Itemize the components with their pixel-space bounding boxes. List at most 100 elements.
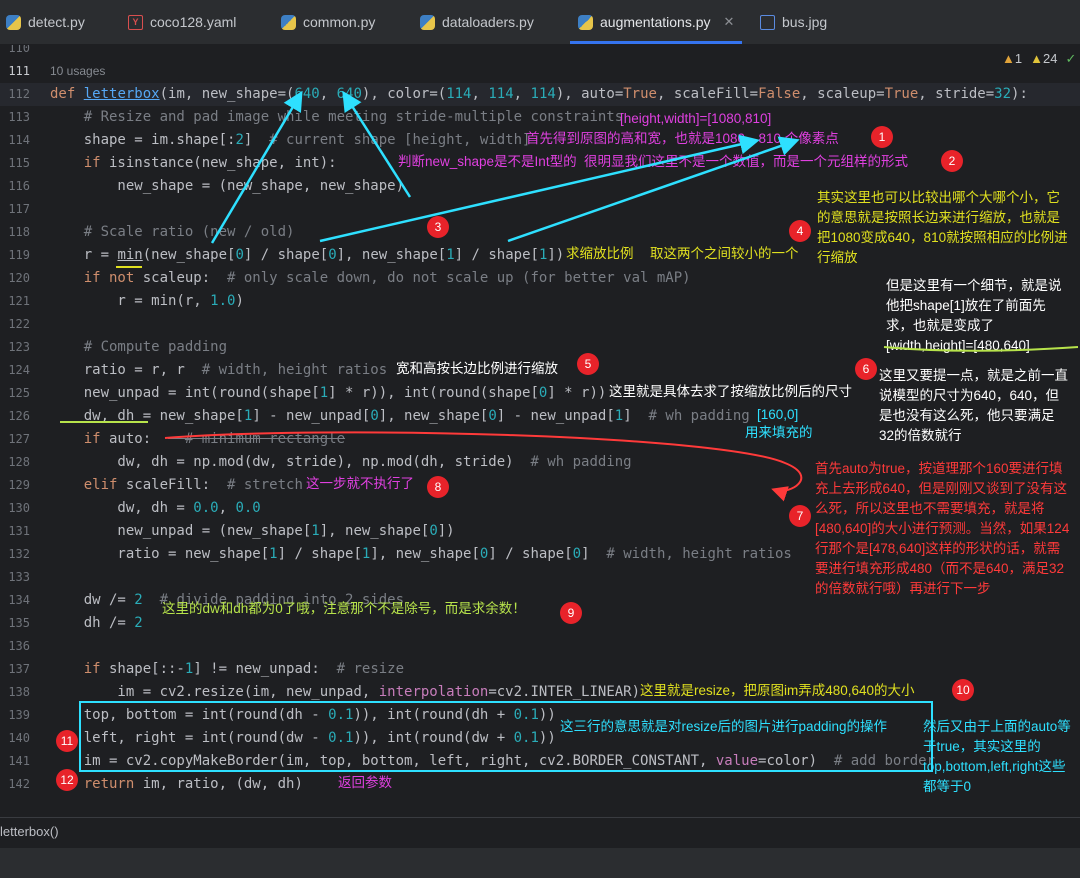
- code-line-136: if shape[::-1] != new_unpad: # resize: [83, 661, 405, 677]
- line-number: 138: [8, 685, 30, 699]
- tab-label: dataloaders.py: [442, 14, 534, 30]
- badge-2: 2: [941, 150, 963, 172]
- bottom-tool-strip: [0, 848, 1080, 878]
- line-number: 131: [8, 524, 30, 538]
- annotation-padding-op: 这三行的意思就是对resize后的图片进行padding的操作: [560, 719, 888, 734]
- line-number: 116: [8, 179, 30, 193]
- annotation-shape-order: 但是这里有一个细节，就是说他把shape[1]放在了前面先求，也就是变成了: [886, 278, 1062, 333]
- annotation-multiple-of-32: 这里又要提一点，就是之前一直说模型的尺寸为640，640，但是也没有这么死，他只…: [879, 368, 1068, 443]
- close-icon[interactable]: ✕: [724, 14, 735, 30]
- annotation-tuple-form: 很明显我们这里不是一个数值，而是一个元组样的形式: [584, 154, 908, 169]
- line-number: 121: [8, 294, 30, 308]
- line-number: 139: [8, 708, 30, 722]
- badge-11: 11: [56, 730, 78, 752]
- badge-5: 5: [577, 353, 599, 375]
- badge-1: 1: [871, 126, 893, 148]
- badge-6: 6: [855, 358, 877, 380]
- warning-icon: ▲: [1002, 51, 1015, 66]
- tab-label: detect.py: [28, 14, 85, 30]
- line-number: 117: [8, 202, 30, 216]
- code-line-141: return im, ratio, (dw, dh): [83, 776, 303, 792]
- line-number: 127: [8, 432, 30, 446]
- line-number: 129: [8, 478, 30, 492]
- tab-label: common.py: [303, 14, 376, 30]
- annotation-scale-ratio: 求缩放比例: [566, 246, 634, 261]
- annotation-resize: 这里就是resize，把原图im弄成480,640的大小: [640, 683, 915, 698]
- code-line-128: elif scaleFill: # stretch: [83, 477, 303, 493]
- inspection-widget[interactable]: ▲1 ▲24 ✓: [1002, 51, 1076, 67]
- breadcrumb-bar: letterbox(): [0, 817, 1080, 849]
- badge-3: 3: [427, 216, 449, 238]
- code-line-138: top, bottom = int(round(dh - 0.1)), int(…: [50, 707, 556, 723]
- line-number: 126: [8, 409, 30, 423]
- code-line-125: dw, dh = new_shape[1] - new_unpad[0], ne…: [50, 408, 750, 424]
- annotation-auto-explanation: 首先auto为true，按道理那个160要进行填充上去形成640，但是刚刚又谈到…: [815, 461, 1070, 596]
- code-line-140: im = cv2.copyMakeBorder(im, top, bottom,…: [50, 753, 936, 769]
- code-line-127: dw, dh = np.mod(dw, stride), np.mod(dh, …: [50, 454, 632, 470]
- tab-dataloaders-py[interactable]: dataloaders.py: [420, 0, 534, 44]
- tab-detect-py[interactable]: detect.py: [6, 0, 85, 44]
- line-number: 140: [8, 731, 30, 745]
- annotation-padding-value: [160,0]: [757, 407, 799, 422]
- annotation-modulo-note: 这里的dw和dh都为0了哦，注意那个不是除号，而是求余数！: [162, 601, 526, 616]
- editor-tab-bar: detect.py Y coco128.yaml common.py datal…: [0, 0, 1080, 45]
- image-icon: [760, 14, 775, 30]
- code-line-130: new_unpad = (new_shape[1], new_shape[0]): [50, 523, 455, 539]
- line-number: 123: [8, 340, 30, 354]
- check-icon: ✓: [1065, 51, 1077, 66]
- badge-9: 9: [560, 602, 582, 624]
- python-icon: [578, 14, 593, 30]
- code-line-134: dh /= 2: [50, 615, 143, 631]
- line-number: 128: [8, 455, 30, 469]
- code-line-115: new_shape = (new_shape, new_shape): [50, 178, 405, 194]
- python-icon: [420, 14, 435, 30]
- line-number: 115: [8, 156, 30, 170]
- tab-augmentations-py[interactable]: augmentations.py ✕: [569, 0, 743, 44]
- code-line-126: if auto: # minimum rectangle: [83, 431, 346, 447]
- annotation-min-choice: 取这两个之间较小的一个: [650, 246, 799, 261]
- tab-coco128-yaml[interactable]: Y coco128.yaml: [128, 0, 236, 44]
- line-number: 112: [8, 87, 30, 101]
- annotation-isinstance: 判断new_shape是不是Int型的: [398, 154, 577, 169]
- line-number: 135: [8, 616, 30, 630]
- badge-7: 7: [789, 505, 811, 527]
- code-line-114: if isinstance(new_shape, int):: [83, 155, 337, 171]
- code-line-119: if not scaleup: # only scale down, do no…: [83, 270, 691, 286]
- tab-common-py[interactable]: common.py: [281, 0, 375, 44]
- line-number: 118: [8, 225, 30, 239]
- line-number: 136: [8, 639, 30, 653]
- annotation-long-side: 其实这里也可以比较出哪个大哪个小，它的意思就是按照长边来进行缩放，也就是把108…: [817, 190, 1068, 265]
- line-number: 119: [8, 248, 30, 262]
- code-line-124: new_unpad = int(round(shape[1] * r)), in…: [50, 385, 607, 401]
- code-editor[interactable]: ▲1 ▲24 ✓ 10 usages 110 111 112 113 114 115 116…: [0, 45, 1080, 817]
- tab-bus-jpg[interactable]: bus.jpg: [760, 0, 827, 44]
- yaml-icon: Y: [128, 14, 143, 30]
- breadcrumb[interactable]: letterbox(): [0, 824, 59, 839]
- badge-12: 12: [56, 769, 78, 791]
- annotation-new-unpad: 这里就是具体去求了按缩放比例后的尺寸: [609, 384, 852, 399]
- line-number: 137: [8, 662, 30, 676]
- annotation-ratio: 宽和高按长边比例进行缩放: [396, 361, 558, 376]
- weak-warning-icon: ▲: [1030, 51, 1043, 66]
- weak-warning-count[interactable]: ▲24: [1030, 51, 1057, 67]
- line-number: 114: [8, 133, 30, 147]
- tab-label: augmentations.py: [600, 14, 711, 30]
- warning-count[interactable]: ▲1: [1002, 51, 1022, 67]
- code-line-123: ratio = r, r # width, height ratios: [50, 362, 388, 378]
- line-number: 132: [8, 547, 30, 561]
- usages-hint[interactable]: 10 usages: [50, 64, 105, 78]
- code-line-117: # Scale ratio (new / old): [83, 224, 295, 240]
- code-line-137: im = cv2.resize(im, new_unpad, interpola…: [50, 684, 641, 700]
- annotation-for-padding: 用来填充的: [745, 425, 813, 440]
- line-number: 134: [8, 593, 30, 607]
- code-line-122: # Compute padding: [83, 339, 228, 355]
- tab-label: coco128.yaml: [150, 14, 237, 30]
- line-number: 124: [8, 363, 30, 377]
- annotation-not-executed: 这一步就不执行了: [306, 476, 414, 491]
- line-number: 113: [8, 110, 30, 124]
- annotation-height-width: 首先得到原图的高和宽，也就是1080，810 个像素点: [526, 131, 839, 146]
- code-line-113: shape = im.shape[:2] # current shape [he…: [50, 132, 531, 148]
- line-number: 130: [8, 501, 30, 515]
- line-number: 110: [8, 45, 30, 55]
- annotation-return: 返回参数: [338, 775, 392, 790]
